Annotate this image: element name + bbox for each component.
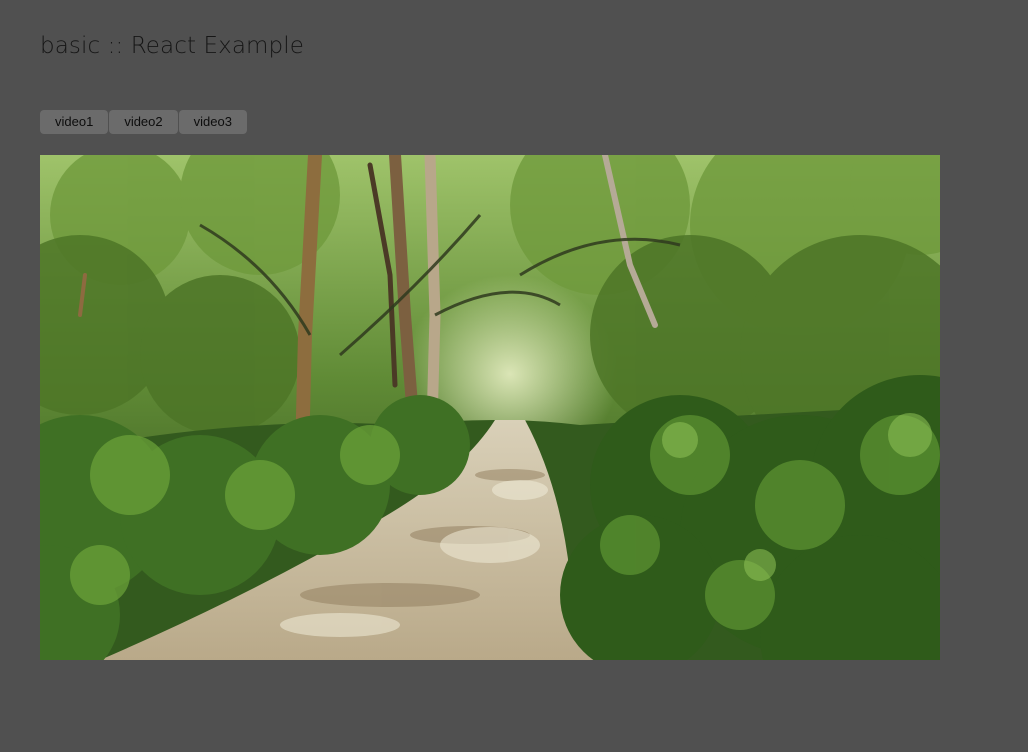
page-title: basic :: React Example	[40, 33, 304, 59]
video-player[interactable]	[40, 155, 940, 660]
video-frame-forest-path	[40, 155, 940, 660]
video3-button[interactable]: video3	[178, 110, 247, 134]
video2-button[interactable]: video2	[109, 110, 178, 134]
page: basic :: React Example video1 video2 vid…	[0, 0, 1028, 752]
video1-button[interactable]: video1	[40, 110, 109, 134]
video-selector: video1 video2 video3	[40, 110, 248, 134]
